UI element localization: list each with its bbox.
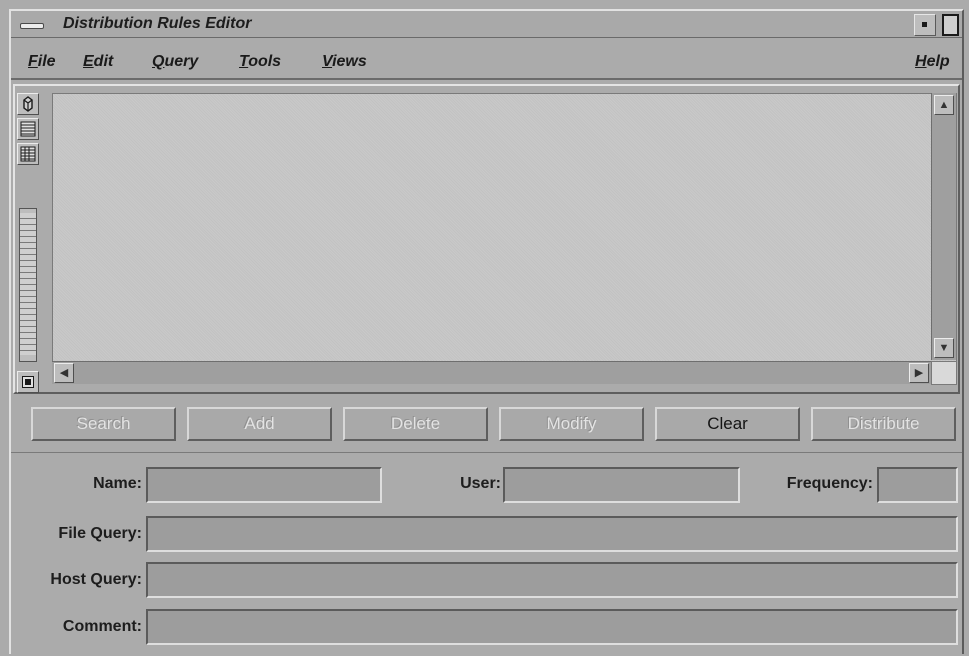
window-title: Distribution Rules Editor — [63, 15, 252, 32]
menu-file-mnemonic: F — [28, 53, 38, 70]
scroll-right-icon[interactable]: ▶ — [909, 363, 929, 383]
vertical-scrollbar[interactable]: ▲ ▼ — [931, 93, 956, 360]
menu-help-label: elp — [926, 53, 950, 70]
scroll-left-icon[interactable]: ◀ — [54, 363, 74, 383]
view-toolbar — [17, 93, 41, 393]
scroll-down-icon[interactable]: ▼ — [934, 338, 954, 358]
scroll-up-icon[interactable]: ▲ — [934, 95, 954, 115]
menu-file[interactable]: File — [28, 53, 56, 71]
menu-edit-label: dit — [93, 53, 114, 70]
section-divider — [11, 452, 962, 453]
comment-label: Comment: — [62, 618, 142, 635]
menu-query-label: uery — [164, 53, 199, 70]
scrollbar-corner — [931, 361, 957, 385]
zoom-slider-thumb[interactable] — [20, 213, 36, 355]
clear-button[interactable]: Clear — [655, 407, 800, 441]
file-query-label: File Query: — [58, 525, 142, 542]
user-field[interactable] — [503, 467, 740, 503]
cube-view-icon[interactable] — [17, 93, 39, 115]
menu-edit[interactable]: Edit — [83, 53, 113, 71]
host-query-label: Host Query: — [50, 571, 142, 588]
add-button[interactable]: Add — [187, 407, 332, 441]
overview-icon[interactable] — [17, 371, 39, 393]
table-view-icon[interactable] — [17, 143, 39, 165]
horizontal-scrollbar[interactable]: ◀ ▶ — [52, 361, 931, 384]
menu-edit-mnemonic: E — [83, 53, 94, 70]
name-label: Name: — [93, 475, 142, 492]
menu-views[interactable]: Views — [322, 53, 367, 71]
window-menu-button[interactable] — [14, 15, 50, 33]
menu-file-label: ile — [37, 53, 56, 70]
distribute-button[interactable]: Distribute — [811, 407, 956, 441]
frequency-label: Frequency: — [786, 475, 873, 492]
menu-tools-mnemonic: T — [239, 53, 249, 70]
rules-view-canvas[interactable] — [52, 93, 957, 362]
delete-button[interactable]: Delete — [343, 407, 488, 441]
file-query-field[interactable] — [146, 516, 958, 552]
menu-help-mnemonic: H — [915, 53, 927, 70]
host-query-field[interactable] — [146, 562, 958, 598]
zoom-slider[interactable] — [19, 208, 37, 362]
menu-query[interactable]: Query — [152, 53, 198, 71]
modify-button[interactable]: Modify — [499, 407, 644, 441]
minimize-icon — [922, 22, 927, 27]
list-view-icon[interactable] — [17, 118, 39, 140]
title-bar[interactable]: Distribution Rules Editor — [11, 11, 962, 38]
menu-bar: File Edit Query Tools Views Help — [11, 38, 962, 80]
main-window: Distribution Rules Editor File Edit Quer… — [9, 9, 964, 654]
menu-tools[interactable]: Tools — [239, 53, 281, 71]
menu-views-label: iews — [332, 53, 367, 70]
user-label: User: — [460, 475, 501, 492]
menu-help[interactable]: Help — [915, 53, 950, 71]
maximize-button[interactable] — [940, 14, 960, 36]
name-field[interactable] — [146, 467, 382, 503]
window-menu-icon — [20, 23, 44, 29]
minimize-button[interactable] — [914, 14, 936, 36]
comment-field[interactable] — [146, 609, 958, 645]
frequency-field[interactable] — [877, 467, 958, 503]
menu-query-mnemonic: Q — [152, 53, 165, 70]
menu-views-mnemonic: V — [322, 53, 333, 70]
maximize-icon — [942, 14, 959, 36]
menu-tools-label: ools — [248, 53, 282, 70]
search-button[interactable]: Search — [31, 407, 176, 441]
